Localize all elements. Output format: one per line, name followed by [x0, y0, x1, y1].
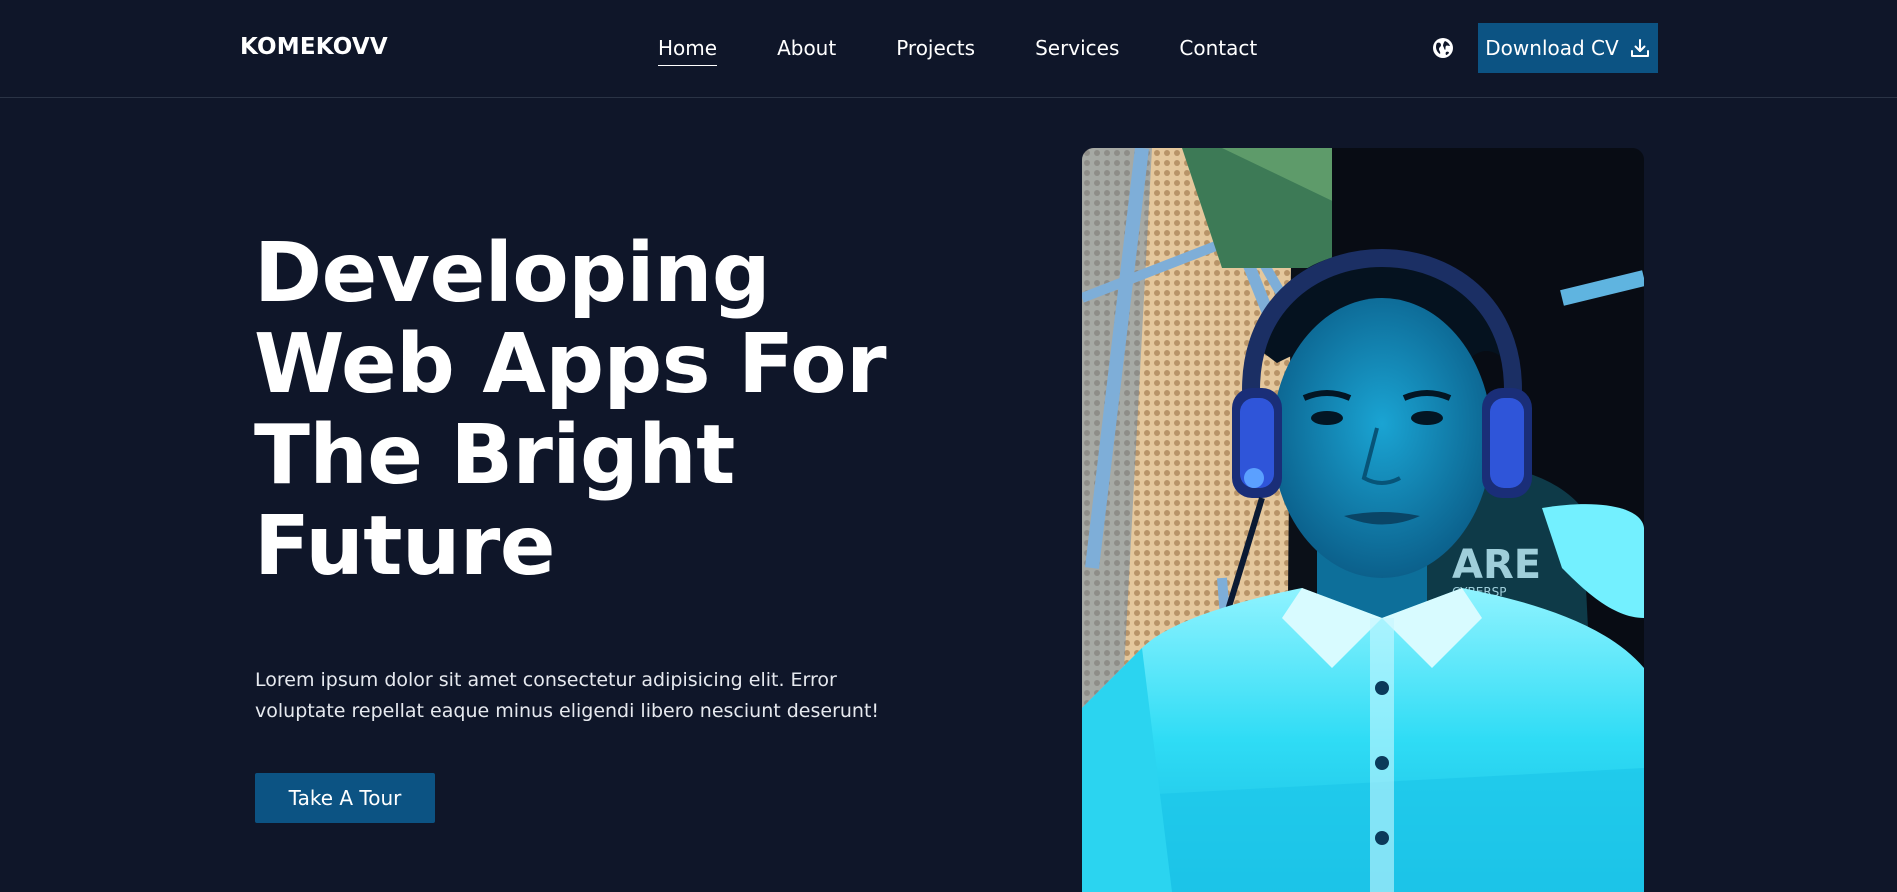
nav-link-projects[interactable]: Projects [896, 36, 975, 64]
take-a-tour-button[interactable]: Take A Tour [255, 773, 435, 823]
globe-icon [1433, 38, 1453, 58]
hero-portrait-photo: ARE CYBERSP [1082, 148, 1644, 892]
site-logo[interactable]: KOMEKOVV [240, 34, 388, 60]
nav-link-services[interactable]: Services [1035, 36, 1119, 64]
nav-link-about[interactable]: About [777, 36, 836, 64]
nav-link-home[interactable]: Home [658, 36, 718, 66]
download-cv-label: Download CV [1485, 36, 1619, 60]
hero-description: Lorem ipsum dolor sit amet consectetur a… [255, 669, 880, 722]
hero-title: Developing Web Apps For The Bright Futur… [254, 226, 887, 594]
nav-link-contact[interactable]: Contact [1179, 36, 1257, 64]
download-cv-button[interactable]: Download CV [1478, 23, 1658, 73]
language-button[interactable] [1432, 37, 1454, 59]
navbar: KOMEKOVV Home About Projects Services Co… [0, 0, 1897, 98]
download-icon [1630, 39, 1649, 57]
svg-text:ARE: ARE [1452, 542, 1541, 588]
main-nav: Home About Projects Services Contact [658, 36, 1257, 66]
